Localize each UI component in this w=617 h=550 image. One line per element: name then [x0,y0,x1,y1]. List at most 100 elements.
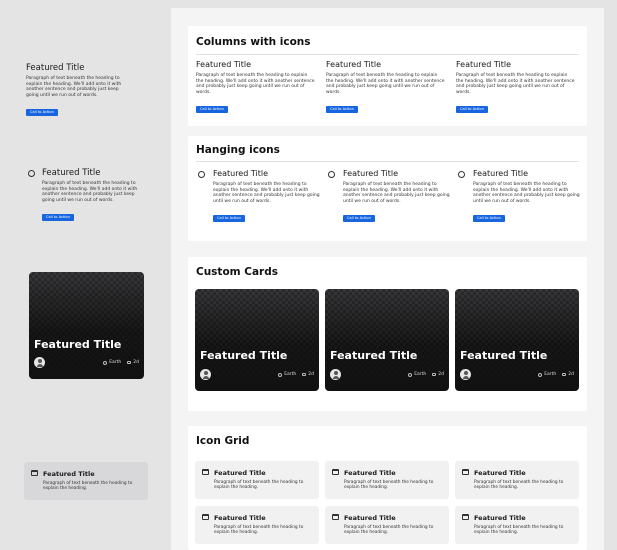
calendar-small-icon [562,373,567,376]
icon-grid-item: Featured Title Paragraph of text beneath … [455,506,579,544]
section-title: Custom Cards [196,266,278,278]
feature-title: Featured Title [456,60,511,69]
icon-grid-item: Featured Title Paragraph of text beneath … [195,461,319,499]
feature-title: Featured Title [344,514,396,522]
feature-title: Featured Title [474,469,526,477]
feature-title: Featured Title [343,169,398,178]
circle-icon [28,169,35,177]
hanging-feature: Featured Title Paragraph of text beneath… [458,169,583,223]
feature-paragraph: Paragraph of text beneath the heading to… [213,182,320,204]
feature-paragraph: Paragraph of text beneath the heading to… [196,73,315,95]
calendar-small-icon [302,373,307,376]
icon-grid-item: Featured Title Paragraph of text beneath … [325,506,449,544]
section-custom-cards: Custom Cards Featured Title Earth 2d Fea… [188,257,587,411]
card-location: Earth [109,360,122,365]
icon-grid-item: Featured Title Paragraph of text beneath … [455,461,579,499]
card-location: Earth [544,372,557,377]
feature-paragraph: Paragraph of text beneath the heading to… [214,480,304,491]
calendar-icon [202,469,209,475]
call-to-action-button[interactable]: Call to Action [326,106,358,113]
card-title: Featured Title [34,338,122,351]
card-date: 2d [308,372,314,377]
card-date: 2d [438,372,444,377]
section-hanging-icons: Hanging icons Featured Title Paragraph o… [188,136,587,241]
feature-title: Featured Title [344,469,396,477]
feature-title: Featured Title [26,63,85,73]
feature-title: Featured Title [43,470,95,478]
avatar-icon [330,369,341,380]
icon-grid-item: Featured Title Paragraph of text beneath … [195,506,319,544]
calendar-small-icon [127,361,132,364]
divider [196,161,579,162]
custom-card[interactable]: Featured Title Earth 2d [195,289,319,391]
feature-paragraph: Paragraph of text beneath the heading to… [344,480,434,491]
calendar-icon [332,514,339,520]
call-to-action-button[interactable]: Call to Action [196,106,228,113]
card-footer: Earth 2d [200,369,314,380]
call-to-action-button[interactable]: Call to Action [456,106,488,113]
location-icon [278,372,283,377]
custom-card-preview[interactable]: Featured Title Earth 2d [29,272,144,379]
feature-paragraph: Paragraph of text beneath the heading to… [344,525,434,536]
feature-paragraph: Paragraph of text beneath the heading to… [343,182,450,204]
card-footer: Earth 2d [460,369,574,380]
feature-title: Featured Title [214,514,266,522]
card-footer: Earth 2d [330,369,444,380]
feature-title: Featured Title [474,514,526,522]
feature-column: Featured Title Paragraph of text beneath… [326,60,446,114]
custom-card[interactable]: Featured Title Earth 2d [455,289,579,391]
custom-card[interactable]: Featured Title Earth 2d [325,289,449,391]
feature-title: Featured Title [473,169,528,178]
feature-paragraph: Paragraph of text beneath the heading to… [473,182,580,204]
card-title: Featured Title [330,349,418,362]
feature-title: Featured Title [214,469,266,477]
calendar-icon [462,514,469,520]
feature-paragraph: Paragraph of text beneath the heading to… [474,525,564,536]
hanging-feature-preview: Featured Title Paragraph of text beneath… [28,168,140,222]
card-title: Featured Title [200,349,288,362]
section-title: Columns with icons [196,36,311,48]
feature-paragraph: Paragraph of text beneath the heading to… [43,481,133,492]
feature-column: Featured Title Paragraph of text beneath… [196,60,316,114]
avatar-icon [200,369,211,380]
location-icon [538,372,543,377]
feature-paragraph: Paragraph of text beneath the heading to… [474,480,564,491]
icon-grid-item: Featured Title Paragraph of text beneath … [325,461,449,499]
avatar-icon [460,369,471,380]
divider [196,54,579,55]
feature-paragraph: Paragraph of text beneath the heading to… [26,76,122,98]
section-columns-with-icons: Columns with icons Featured Title Paragr… [188,26,587,126]
calendar-small-icon [432,373,437,376]
call-to-action-button[interactable]: Call to Action [343,215,375,222]
icon-grid-preview: Featured Title Paragraph of text beneath… [24,462,148,500]
card-date: 2d [568,372,574,377]
section-title: Icon Grid [196,435,250,447]
feature-title: Featured Title [196,60,251,69]
call-to-action-button[interactable]: Call to Action [42,214,74,221]
card-location: Earth [284,372,297,377]
feature-paragraph: Paragraph of text beneath the heading to… [456,73,575,95]
call-to-action-button[interactable]: Call to Action [26,109,58,116]
avatar-icon [34,357,45,368]
circle-icon [198,170,205,178]
location-icon [408,372,413,377]
calendar-icon [202,514,209,520]
hanging-feature: Featured Title Paragraph of text beneath… [328,169,453,223]
card-footer: Earth 2d [34,357,139,368]
feature-paragraph: Paragraph of text beneath the heading to… [326,73,445,95]
section-icon-grid: Icon Grid Featured Title Paragraph of tex… [188,426,587,550]
calendar-icon [31,470,38,476]
call-to-action-button[interactable]: Call to Action [473,215,505,222]
feature-paragraph: Paragraph of text beneath the heading to… [214,525,304,536]
feature-title: Featured Title [42,168,101,178]
circle-icon [328,170,335,178]
card-title: Featured Title [460,349,548,362]
calendar-icon [332,469,339,475]
feature-title: Featured Title [326,60,381,69]
feature-title: Featured Title [213,169,268,178]
location-icon [103,360,108,365]
section-title: Hanging icons [196,144,280,156]
feature-paragraph: Paragraph of text beneath the heading to… [42,181,138,203]
feature-column: Featured Title Paragraph of text beneath… [456,60,576,114]
call-to-action-button[interactable]: Call to Action [213,215,245,222]
